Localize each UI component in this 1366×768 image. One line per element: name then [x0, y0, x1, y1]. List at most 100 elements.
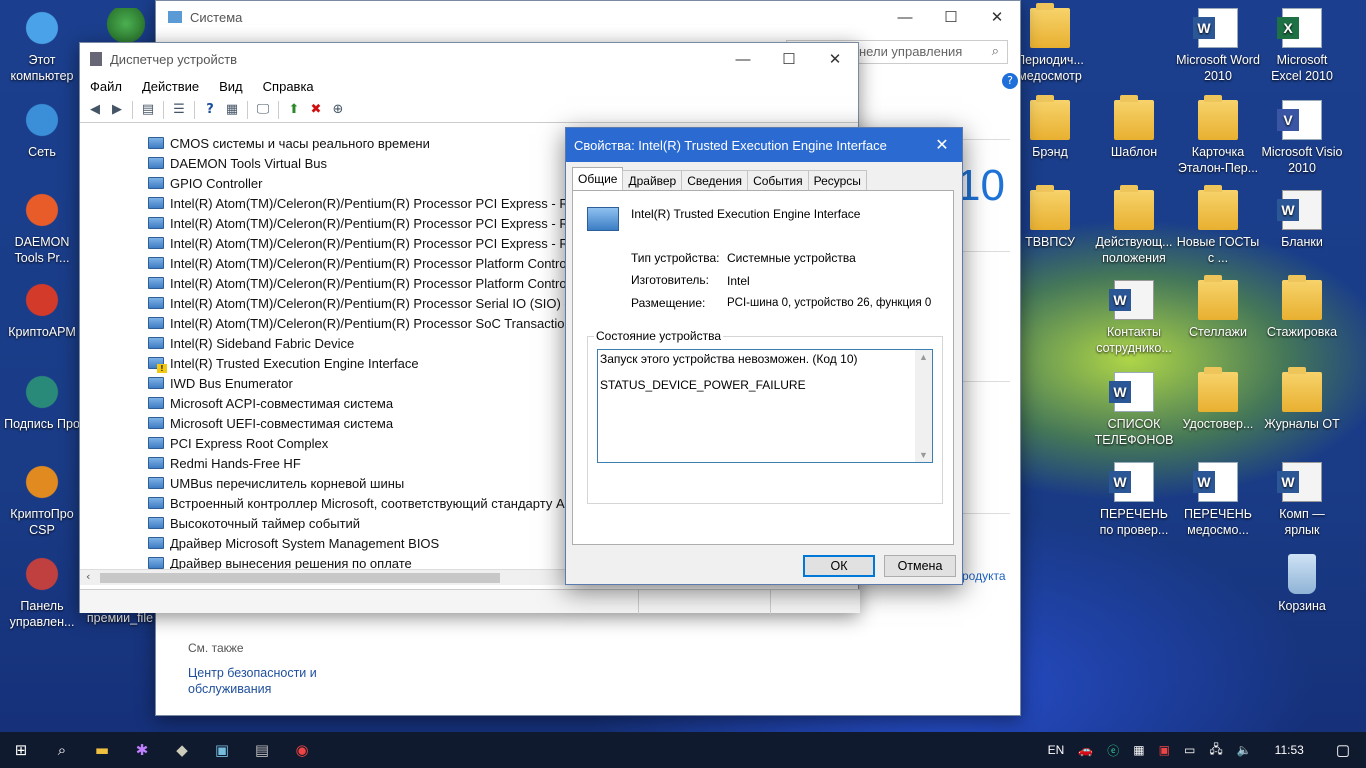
menu-action[interactable]: Действие	[132, 79, 209, 94]
status-textbox[interactable]: Запуск этого устройства невозможен. (Код…	[597, 349, 933, 463]
desk-icon-right[interactable]: Стеллажи	[1176, 275, 1260, 340]
desk-icon-label: Контакты сотруднико...	[1096, 325, 1172, 355]
tray-network-icon[interactable]: 🖧	[1202, 740, 1229, 761]
app-icon-1[interactable]: ✱	[122, 732, 162, 768]
desk-icon-right[interactable]: Новые ГОСТы с ...	[1176, 185, 1260, 266]
device-icon	[148, 137, 164, 149]
desk-icon-right[interactable]: Журналы ОТ	[1260, 367, 1344, 432]
desk-icon-control-panel[interactable]: Панель управлен...	[0, 554, 84, 630]
system-taskbar-icon[interactable]: ▣	[202, 732, 242, 768]
help-toolbar-icon[interactable]: ?	[201, 101, 219, 119]
tab-resources[interactable]: Ресурсы	[807, 170, 867, 190]
desk-icon-right[interactable]: Microsoft Excel 2010	[1260, 8, 1344, 84]
tray-e-icon[interactable]: ⓔ	[1100, 742, 1126, 759]
ok-button[interactable]: ОК	[803, 555, 875, 577]
search-placeholder: нели управления	[859, 44, 963, 59]
desk-icon-network[interactable]: Сеть	[0, 100, 84, 160]
list-icon[interactable]: ☰	[170, 101, 188, 119]
desk-icon-right[interactable]: Карточка Эталон-Пер...	[1176, 95, 1260, 176]
desk-icon-cryptopro[interactable]: КриптоПро CSP	[0, 462, 84, 538]
desk-icon-label: Подпись Про	[4, 417, 80, 431]
system-tray: EN 🚗 ⓔ ▦ ▣ ▭ 🖧 🔈 11:53 ▢	[1041, 732, 1366, 768]
desk-icon-right[interactable]: Бланки	[1260, 190, 1344, 250]
desk-icon-label: Корзина	[1278, 599, 1326, 613]
cancel-button[interactable]: Отмена	[884, 555, 956, 577]
desk-icon-right[interactable]: Microsoft Word 2010	[1176, 8, 1260, 84]
tray-car-icon[interactable]: 🚗	[1071, 743, 1100, 757]
dialog-title: Свойства: Intel(R) Trusted Execution Eng…	[574, 137, 887, 153]
scroll-up-icon[interactable]: ▲	[919, 352, 928, 362]
visio-icon	[1277, 100, 1322, 140]
desk-icon-label: Шаблон	[1110, 145, 1158, 159]
clock[interactable]: 11:53	[1259, 743, 1320, 757]
search-taskbar-icon[interactable]: ⌕	[42, 732, 82, 768]
minimize-button[interactable]: —	[882, 1, 928, 33]
chrome-icon[interactable]: ◉	[282, 732, 322, 768]
security-center-link[interactable]: Центр безопасности и обслуживания	[188, 665, 338, 697]
device-manager-taskbar-icon[interactable]: ▤	[242, 732, 282, 768]
tray-volume-icon[interactable]: 🔈	[1230, 743, 1259, 757]
device-icon	[148, 277, 164, 289]
desk-icon-right[interactable]: ПЕРЕЧЕНЬ медосмо...	[1176, 462, 1260, 538]
devmgr-close-button[interactable]: ✕	[812, 43, 858, 75]
disable-device-icon[interactable]: ⊕	[329, 101, 347, 119]
desk-icon-right[interactable]: ПЕРЕЧЕНЬ по провер...	[1092, 462, 1176, 538]
properties-icon[interactable]: ▤	[139, 101, 157, 119]
tray-red-icon[interactable]: ▣	[1152, 743, 1177, 757]
product-link[interactable]: родукта	[962, 569, 1006, 583]
close-button[interactable]: ✕	[974, 1, 1020, 33]
sign-icon	[22, 372, 62, 412]
desk-icon-right[interactable]: Шаблон	[1092, 95, 1176, 160]
document-icon	[1277, 462, 1322, 502]
desk-icon-right[interactable]: Корзина	[1260, 554, 1344, 614]
desk-icon-right[interactable]: Действующ... положения	[1092, 185, 1176, 266]
desk-icon-right[interactable]: Контакты сотруднико...	[1092, 280, 1176, 356]
scroll-thumb[interactable]	[100, 573, 500, 583]
folder-icon	[1030, 3, 1070, 48]
device-label: Высокоточный таймер событий	[170, 515, 361, 531]
app-icon-2[interactable]: ◆	[162, 732, 202, 768]
maximize-button[interactable]: ☐	[928, 1, 974, 33]
scroll-down-icon[interactable]: ▼	[919, 450, 928, 460]
statusbar	[80, 589, 860, 614]
tray-app-icon[interactable]: ▦	[1126, 743, 1151, 757]
properties-dialog: Свойства: Intel(R) Trusted Execution Eng…	[565, 127, 963, 585]
menu-help[interactable]: Справка	[253, 79, 324, 94]
show-hidden-icon[interactable]: ▦	[223, 101, 241, 119]
dialog-close-icon[interactable]: ✕	[922, 135, 962, 155]
scan-hardware-icon[interactable]: 🖵	[254, 101, 272, 119]
desk-icon-right[interactable]: Microsoft Visio 2010	[1260, 100, 1344, 176]
help-icon[interactable]: ?	[1002, 73, 1018, 89]
status-scrollbar[interactable]: ▲ ▼	[915, 350, 932, 462]
desk-icon-label: Брэнд	[1032, 145, 1068, 159]
desk-icon-this-pc[interactable]: Этот компьютер	[0, 8, 84, 84]
devmgr-minimize-button[interactable]: —	[720, 43, 766, 75]
menu-file[interactable]: Файл	[80, 79, 132, 94]
language-indicator[interactable]: EN	[1041, 743, 1072, 757]
start-button[interactable]: ⊞	[0, 732, 42, 768]
forward-icon[interactable]: ▶	[108, 101, 126, 119]
tab-driver[interactable]: Драйвер	[622, 170, 683, 190]
desk-icon-right[interactable]: Удостовер...	[1176, 367, 1260, 432]
tab-events[interactable]: События	[747, 170, 809, 190]
menu-view[interactable]: Вид	[209, 79, 253, 94]
horizontal-scrollbar[interactable]: ‹	[80, 569, 566, 585]
file-explorer-icon[interactable]: ▬	[82, 732, 122, 768]
scroll-left-icon[interactable]: ‹	[86, 570, 90, 583]
desk-icon-cryptoarm[interactable]: КриптоАРМ	[0, 280, 84, 340]
update-driver-icon[interactable]: ⬆	[285, 101, 303, 119]
notifications-icon[interactable]: ▢	[1320, 741, 1366, 759]
tab-details[interactable]: Сведения	[681, 170, 749, 190]
tray-battery-icon[interactable]: ▭	[1177, 743, 1202, 757]
desk-icon-right[interactable]: Стажировка	[1260, 275, 1344, 340]
devmgr-title: Диспетчер устройств	[110, 51, 238, 67]
tab-general[interactable]: Общие	[572, 167, 624, 190]
devmgr-maximize-button[interactable]: ☐	[766, 43, 812, 75]
desk-icon-daemon[interactable]: DAEMON Tools Pr...	[0, 190, 84, 266]
desk-icon-right[interactable]: СПИСОК ТЕЛЕФОНОВ	[1092, 372, 1176, 448]
device-label: DAEMON Tools Virtual Bus	[170, 155, 328, 171]
desk-icon-sign[interactable]: Подпись Про	[0, 372, 84, 432]
desk-icon-right[interactable]: Комп — ярлык	[1260, 462, 1344, 538]
uninstall-icon[interactable]: ✖	[307, 101, 325, 119]
back-icon[interactable]: ◀	[86, 101, 104, 119]
